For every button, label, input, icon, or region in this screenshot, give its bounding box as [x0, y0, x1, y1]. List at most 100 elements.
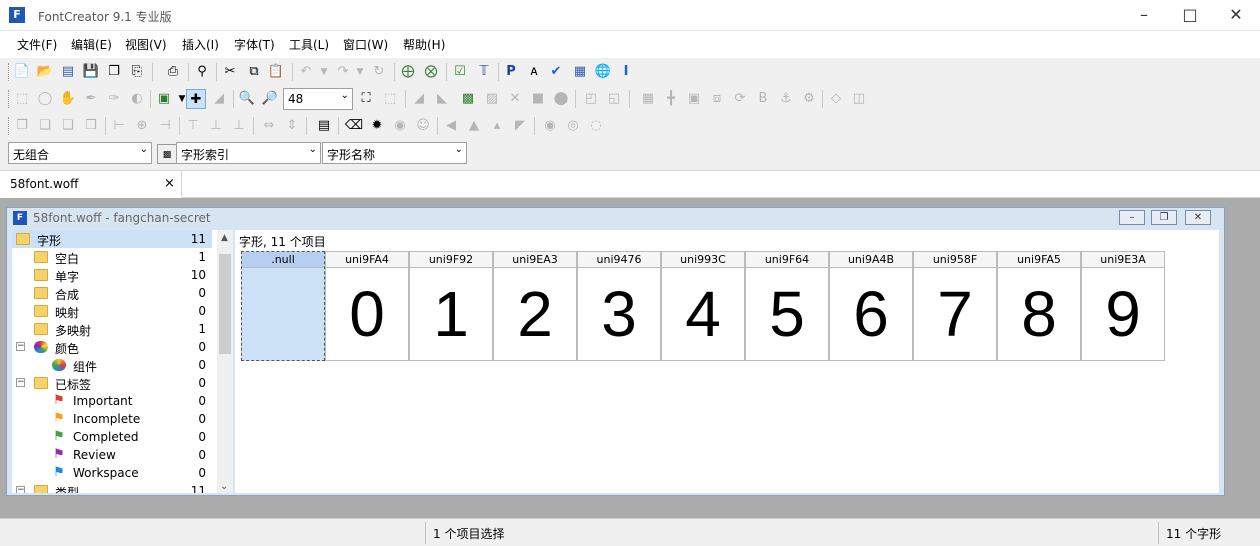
save-icon[interactable]: 💾: [81, 62, 101, 82]
knife-icon[interactable]: ✕: [505, 89, 525, 109]
background-image-icon[interactable]: ▣: [154, 89, 174, 109]
tree-item-composite[interactable]: 合成 0: [12, 284, 212, 302]
child-restore-button[interactable]: ❐: [1151, 210, 1177, 225]
child-close-button[interactable]: ✕: [1185, 210, 1211, 225]
zoom-fit-icon[interactable]: ◢: [209, 89, 229, 109]
distribute-v-icon[interactable]: ⇕: [282, 116, 302, 136]
glyph-cell[interactable]: uni9E3A 9: [1081, 251, 1165, 361]
anchor-icon[interactable]: ⚓: [776, 89, 796, 109]
redo-dropdown-icon[interactable]: ▼: [350, 62, 370, 82]
menu-help[interactable]: 帮助(H): [403, 36, 445, 53]
paste-icon[interactable]: 📋: [266, 62, 286, 82]
menu-window[interactable]: 窗口(W): [343, 36, 388, 53]
paste-contour-icon[interactable]: ◱: [604, 89, 624, 109]
spell-icon[interactable]: ᴀ: [524, 62, 544, 82]
flip-v-icon[interactable]: ▴: [487, 116, 507, 136]
ellipse-icon[interactable]: ⬤: [551, 89, 571, 109]
bold-icon[interactable]: B: [753, 89, 773, 109]
rectangle-icon[interactable]: ■: [528, 89, 548, 109]
tree-item-multimapped[interactable]: 多映射 1: [12, 320, 212, 338]
print-icon[interactable]: ⎙: [163, 62, 183, 82]
export-icon[interactable]: ⎘: [127, 62, 147, 82]
tree-item-review[interactable]: ⚑ Review 0: [12, 446, 212, 464]
menu-tools[interactable]: 工具(L): [289, 36, 329, 53]
node-icon[interactable]: ◇: [826, 89, 846, 109]
collapse-icon[interactable]: −: [16, 378, 25, 387]
tree-item-important[interactable]: ⚑ Important 0: [12, 392, 212, 410]
glyph-cell[interactable]: uni993C 4: [661, 251, 745, 361]
scroll-down-icon[interactable]: ⌄: [220, 481, 228, 492]
copy-contour-icon[interactable]: ◰: [581, 89, 601, 109]
tree-item-tagged[interactable]: − 已标签 0: [12, 374, 212, 392]
chevron-down-icon[interactable]: ⌄: [140, 144, 148, 155]
align-top-icon[interactable]: ⊤: [183, 116, 203, 136]
eraser-icon[interactable]: ⌫: [344, 116, 364, 136]
chevron-down-icon[interactable]: ⌄: [455, 144, 463, 155]
metrics-panel-icon[interactable]: ▤: [314, 116, 334, 136]
tab-58font-woff[interactable]: 58font.woff ×: [0, 171, 182, 198]
glyph-cell[interactable]: uni9F64 5: [745, 251, 829, 361]
validate-icon[interactable]: ☑: [450, 62, 470, 82]
check-icon[interactable]: ✔: [546, 62, 566, 82]
properties-icon[interactable]: P: [501, 62, 521, 82]
rotate-90-icon[interactable]: ◤: [510, 116, 530, 136]
menu-edit[interactable]: 编辑(E): [71, 36, 112, 53]
close-button[interactable]: ✕: [1213, 0, 1259, 31]
align-grid-icon[interactable]: ▦: [638, 89, 658, 109]
backward-icon[interactable]: ❒: [81, 116, 101, 136]
trace-icon[interactable]: ▨: [482, 89, 502, 109]
insert-character-icon[interactable]: ⨂: [421, 62, 441, 82]
glyph-cell[interactable]: .null: [241, 251, 325, 361]
hint-icon[interactable]: ⚙: [799, 89, 819, 109]
send-back-icon[interactable]: ❏: [35, 116, 55, 136]
repeat-icon[interactable]: ↻: [369, 62, 389, 82]
collapse-icon[interactable]: −: [16, 342, 25, 351]
align-frame-icon[interactable]: ▣: [684, 89, 704, 109]
align-vcenter-icon[interactable]: ⊥: [206, 116, 226, 136]
glyph-cell[interactable]: uni9476 3: [577, 251, 661, 361]
close-tab-icon[interactable]: ×: [164, 176, 175, 191]
text-tool-icon[interactable]: 𝕋: [474, 62, 494, 82]
grid-toggle-icon[interactable]: ✚: [186, 89, 206, 109]
app-logo-icon[interactable]: F: [9, 7, 25, 23]
toolbar-grip[interactable]: [8, 117, 11, 135]
toolbar-grip[interactable]: [8, 90, 11, 108]
rotate-icon[interactable]: ⟳: [730, 89, 750, 109]
undo-icon[interactable]: ↶: [296, 62, 316, 82]
font-file-icon[interactable]: F: [13, 211, 27, 225]
select-all-icon[interactable]: ⬚: [380, 89, 400, 109]
glyph-category-tree[interactable]: 字形 11 空白 1 单字 10 合成 0 映射 0 多映射 1 − 颜色 0 …: [12, 230, 233, 493]
subtract-icon[interactable]: ◌: [586, 116, 606, 136]
rect-select-icon[interactable]: ⬚: [12, 89, 32, 109]
scroll-up-icon[interactable]: ▲: [221, 233, 228, 243]
bring-front-icon[interactable]: ❐: [12, 116, 32, 136]
mirror-icon[interactable]: ▲: [464, 116, 484, 136]
toolbar-grip[interactable]: [8, 63, 11, 81]
line-tool-icon[interactable]: ◢: [409, 89, 429, 109]
intersect-icon[interactable]: ◎: [563, 116, 583, 136]
distribute-h-icon[interactable]: ⇔: [259, 116, 279, 136]
cut-icon[interactable]: ✂: [220, 62, 240, 82]
menu-font[interactable]: 字体(T): [234, 36, 275, 53]
curve-tool-icon[interactable]: ◣: [432, 89, 452, 109]
find-icon[interactable]: ⚲: [192, 62, 212, 82]
align-right-icon[interactable]: ⊣: [155, 116, 175, 136]
index-select[interactable]: 字形索引 ⌄: [176, 142, 321, 164]
align-hcenter-icon[interactable]: ⊕: [132, 116, 152, 136]
zoom-out-icon[interactable]: 🔎: [260, 89, 280, 109]
align-bottom-icon[interactable]: ⊥: [229, 116, 249, 136]
zoom-combo[interactable]: 48 ⌄: [283, 88, 353, 110]
glyph-cell[interactable]: uni9FA5 8: [997, 251, 1081, 361]
bug-icon[interactable]: ✹: [367, 116, 387, 136]
tree-item-incomplete[interactable]: ⚑ Incomplete 0: [12, 410, 212, 428]
glyph-cell[interactable]: uni9A4B 6: [829, 251, 913, 361]
zoom-in-icon[interactable]: 🔍: [237, 89, 257, 109]
type-install-icon[interactable]: I: [616, 62, 636, 82]
hand-icon[interactable]: ✋: [58, 89, 78, 109]
chevron-down-icon[interactable]: ⌄: [309, 144, 317, 155]
maximize-button[interactable]: □: [1167, 0, 1213, 31]
tree-item-glyphs[interactable]: 字形 11: [12, 230, 212, 248]
undo-dropdown-icon[interactable]: ▼: [314, 62, 334, 82]
tree-item-color[interactable]: − 颜色 0: [12, 338, 212, 356]
child-minimize-button[interactable]: –: [1119, 210, 1145, 225]
